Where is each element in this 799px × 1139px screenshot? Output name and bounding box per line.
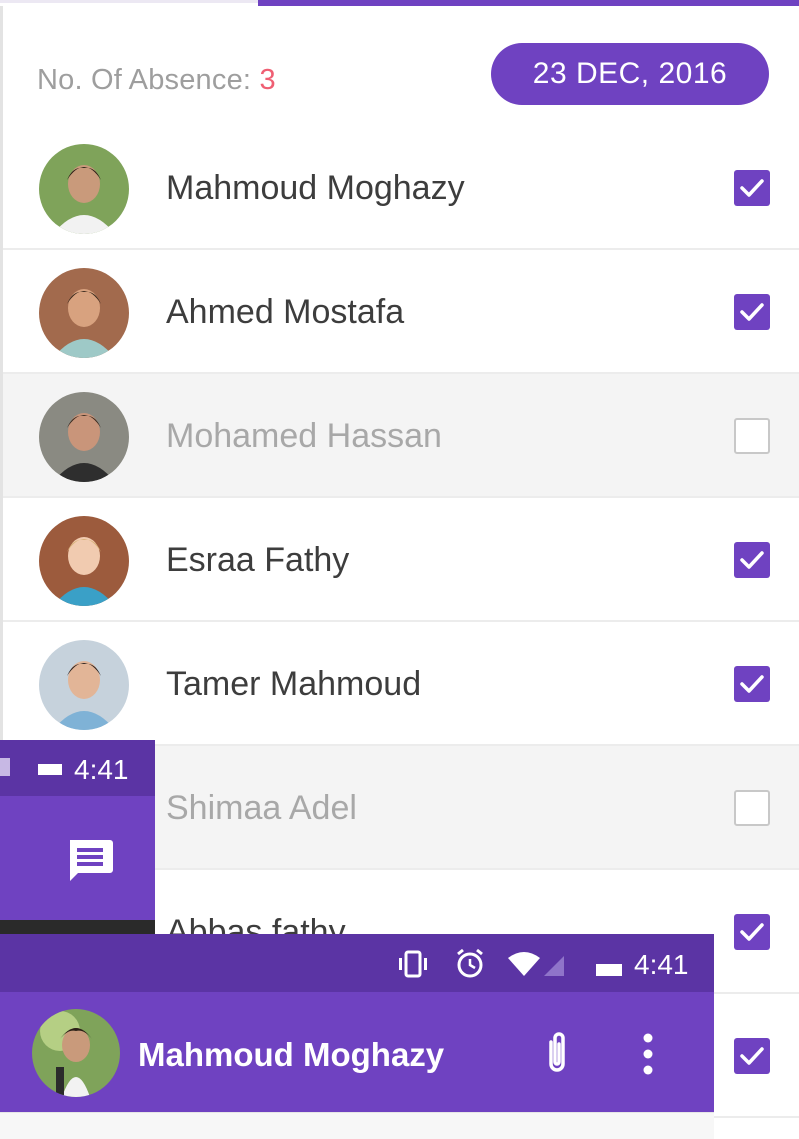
student-avatar [39,268,129,358]
status-bar: 4:41 [0,934,714,992]
battery-icon [38,764,62,775]
attendance-checkbox[interactable] [734,1038,770,1074]
student-name: Shimaa Adel [166,789,357,827]
status-time: 4:41 [74,754,129,785]
tab-inactive-indicator[interactable] [0,0,258,3]
alarm-icon [457,948,483,978]
student-name: Tamer Mahmoud [166,665,422,703]
attach-icon[interactable] [540,1030,574,1078]
wifi-icon [508,952,540,976]
signal-icon [0,758,10,776]
student-name: Mohamed Hassan [166,417,442,455]
attendance-checkbox[interactable] [734,542,770,578]
date-label: 23 DEC, 2016 [532,57,728,90]
chat-app-bar: Mahmoud Moghazy [0,992,714,1112]
status-time: 4:41 [634,949,689,980]
status-icons [399,948,622,978]
battery-icon [596,964,622,976]
attendance-checkbox[interactable] [734,914,770,950]
student-avatar [39,144,129,234]
student-row[interactable]: Ahmed Mostafa [3,250,799,374]
more-vert-icon[interactable] [636,1032,660,1076]
student-avatar [39,640,129,730]
signal-icon [544,956,564,976]
attendance-checkbox[interactable] [734,790,770,826]
student-row[interactable]: Mohamed Hassan [3,374,799,498]
overlay-chat-header-screen: 4:41 Mahmoud Moghazy [0,934,714,1139]
student-name: Esraa Fathy [166,541,350,579]
vibrate-icon [399,950,427,978]
attendance-header: No. Of Absence: 3 23 DEC, 2016 [0,6,799,126]
overlay-chat-list-screen: 4:41 [0,740,155,940]
student-name: Ahmed Mostafa [166,293,405,331]
attendance-checkbox[interactable] [734,418,770,454]
chat-body-top [0,1112,714,1139]
chat-icon[interactable] [66,838,114,882]
student-name: Mahmoud Moghazy [166,169,465,207]
absence-counter: No. Of Absence: 3 [37,64,276,97]
attendance-checkbox[interactable] [734,170,770,206]
status-bar: 4:41 [0,740,155,796]
date-picker-button[interactable]: 23 DEC, 2016 [491,43,769,105]
contact-avatar[interactable] [32,1009,120,1097]
absence-count: 3 [259,64,276,96]
attendance-checkbox[interactable] [734,666,770,702]
absence-label: No. Of Absence: [37,64,260,96]
student-avatar [39,392,129,482]
student-row[interactable]: Esraa Fathy [3,498,799,622]
student-avatar [39,516,129,606]
contact-name: Mahmoud Moghazy [138,1036,445,1073]
attendance-checkbox[interactable] [734,294,770,330]
student-row[interactable]: Mahmoud Moghazy [3,126,799,250]
student-row[interactable]: Tamer Mahmoud [3,622,799,746]
